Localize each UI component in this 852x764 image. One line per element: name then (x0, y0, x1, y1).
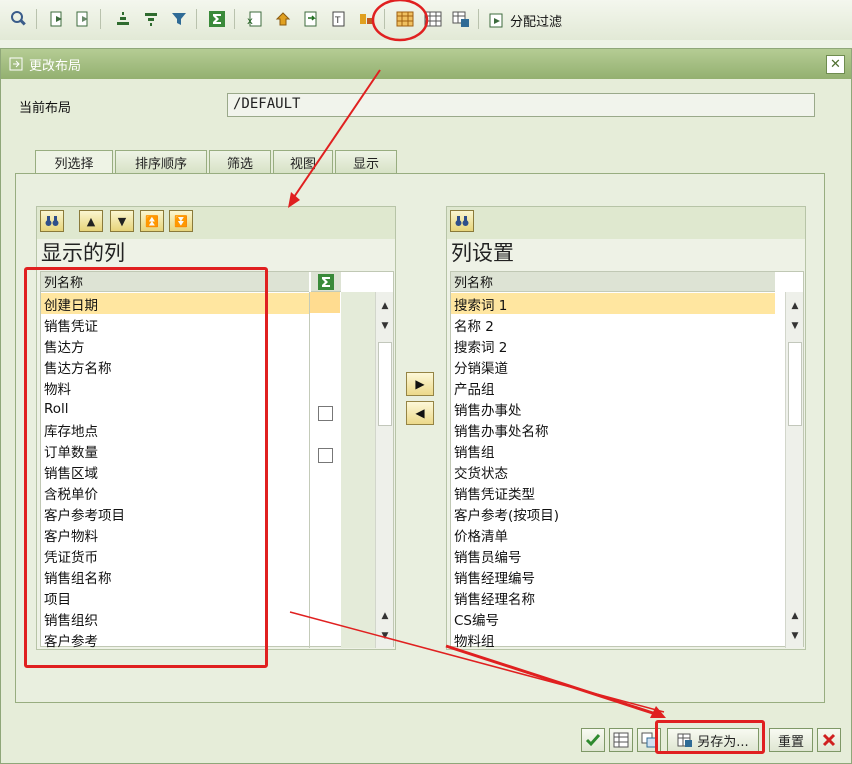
annotation-box-displayed-columns (24, 267, 268, 668)
annotation-box-save-as (655, 720, 765, 754)
annotation-arrow-line (445, 644, 663, 718)
annotation-circle (371, 0, 429, 42)
annotation-arrowhead (288, 192, 300, 208)
annotation-arrow-line (291, 69, 381, 201)
